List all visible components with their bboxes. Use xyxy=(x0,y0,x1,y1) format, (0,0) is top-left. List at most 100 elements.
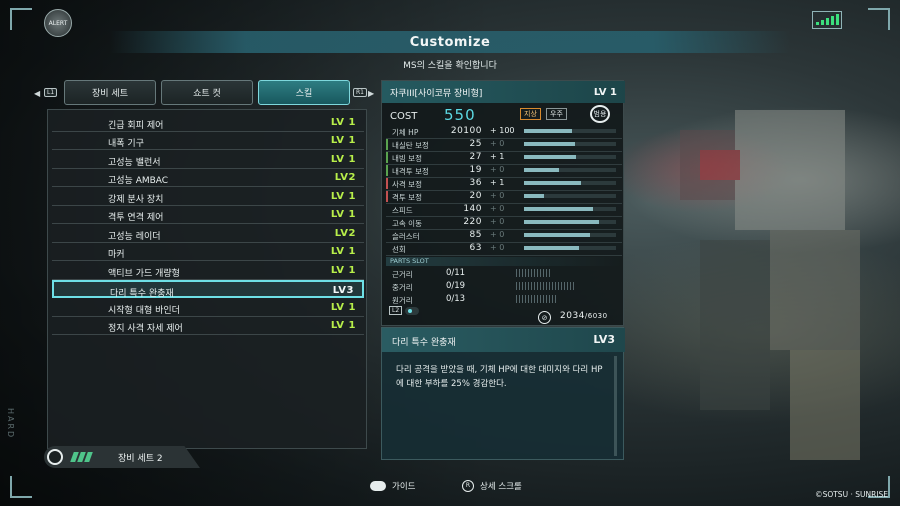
skill-name: 고성능 레이더 xyxy=(108,232,161,242)
stat-name: 내빔 보정 xyxy=(392,154,422,163)
stat-accent xyxy=(386,165,388,176)
skill-row[interactable]: 긴급 회피 제어 LV 1 xyxy=(52,114,364,132)
skill-row[interactable]: 격투 연격 제어 LV 1 xyxy=(52,206,364,224)
stat-name: 슬러스터 xyxy=(392,232,420,241)
stat-modifier: + 0 xyxy=(490,204,505,213)
stat-value: 85 xyxy=(469,230,482,240)
skill-name: 다리 특수 완충재 xyxy=(110,289,174,299)
parts-slot-name: 원거리 xyxy=(392,296,413,305)
tab-equipment-set[interactable]: 장비 세트 xyxy=(64,80,156,105)
stat-name: 내실탄 보정 xyxy=(392,141,429,150)
cost-icon: ⊘ xyxy=(538,311,551,324)
stat-row: 사격 보정 36 + 1 xyxy=(386,177,622,190)
stat-accent xyxy=(386,243,388,254)
skill-name: 고성능 AMBAC xyxy=(108,176,169,186)
stat-value: 20 xyxy=(469,191,482,201)
parts-slot-gauge xyxy=(516,269,552,277)
skill-name: 강제 분사 장치 xyxy=(108,195,164,205)
equipment-stripes-icon xyxy=(70,452,94,462)
parts-slot-name: 중거리 xyxy=(392,283,413,292)
chevron-left-icon[interactable]: ◀ xyxy=(34,89,40,98)
equipment-set-icon xyxy=(47,449,63,465)
parts-slot-row: 중거리 0/19 xyxy=(386,280,622,293)
stat-bar-fill xyxy=(524,142,575,146)
r1-button-hint: R1 xyxy=(353,88,367,97)
stat-accent xyxy=(386,178,388,189)
stat-modifier: + 0 xyxy=(490,165,505,174)
stat-bar-fill xyxy=(524,233,591,237)
skill-description-panel: 다리 특수 완충재 LV3 다리 공격을 받았을 때, 기체 HP에 대한 대미… xyxy=(381,327,625,460)
stat-bar xyxy=(524,220,616,224)
skill-level: LV 1 xyxy=(330,302,356,313)
skill-row-selected[interactable]: 다리 특수 완충재 LV3 xyxy=(52,280,364,299)
stat-modifier: + 0 xyxy=(490,230,505,239)
skill-level: LV 1 xyxy=(330,209,356,220)
description-scrollbar[interactable] xyxy=(614,356,617,456)
stat-bar-fill xyxy=(524,155,577,159)
parts-slot-header: PARTS SLOT xyxy=(386,257,622,266)
cost-value: 550 xyxy=(444,106,476,124)
stat-name: 선회 xyxy=(392,245,406,254)
chevron-right-icon[interactable]: ▶ xyxy=(368,89,374,98)
signal-strength-icon xyxy=(812,11,842,29)
stat-modifier: + 1 xyxy=(490,152,505,161)
skill-row[interactable]: 시작형 대형 바인더 LV 1 xyxy=(52,299,364,317)
skill-row[interactable]: 내폭 기구 LV 1 xyxy=(52,132,364,150)
stat-bar xyxy=(524,155,616,159)
scroll-label: 상세 스크롤 xyxy=(480,482,522,492)
tab-shortcut[interactable]: 쇼트 컷 xyxy=(161,80,253,105)
tab-skill[interactable]: 스킬 xyxy=(258,80,350,105)
unit-level: LV 1 xyxy=(593,86,617,98)
stat-accent xyxy=(386,191,388,202)
skill-level: LV 1 xyxy=(330,154,356,165)
stat-value: 19 xyxy=(469,165,482,175)
alert-icon: ALERT xyxy=(44,9,72,37)
skill-level: LV2 xyxy=(334,228,356,239)
skill-row[interactable]: 고성능 레이더 LV2 xyxy=(52,225,364,243)
skill-row[interactable]: 마커 LV 1 xyxy=(52,243,364,261)
skill-level: LV 1 xyxy=(330,135,356,146)
frame-corner xyxy=(10,8,32,30)
stat-bar xyxy=(524,142,616,146)
guide-hint[interactable]: 가이드 xyxy=(370,479,415,493)
skill-row[interactable]: 강제 분사 장치 LV 1 xyxy=(52,188,364,206)
stat-accent xyxy=(386,126,388,137)
l1-button-hint: L1 xyxy=(44,88,58,97)
skill-level: LV 1 xyxy=(330,117,356,128)
stat-row: 내빔 보정 27 + 1 xyxy=(386,151,622,164)
stat-name: 스피드 xyxy=(392,206,413,215)
skill-row[interactable]: 정지 사격 자세 제어 LV 1 xyxy=(52,317,364,335)
stat-value: 25 xyxy=(469,139,482,149)
stat-value: 20100 xyxy=(450,126,482,136)
skill-row[interactable]: 고성능 AMBAC LV2 xyxy=(52,169,364,187)
scroll-hint[interactable]: R 상세 스크롤 xyxy=(462,479,522,493)
stat-accent xyxy=(386,152,388,163)
stat-value: 220 xyxy=(463,217,482,227)
page-title: Customize xyxy=(409,34,491,50)
skill-row[interactable]: 고성능 밸런서 LV 1 xyxy=(52,151,364,169)
mobile-suit-silhouette xyxy=(680,110,860,460)
stat-name: 사격 보정 xyxy=(392,180,422,189)
skill-name: 내폭 기구 xyxy=(108,139,144,149)
parts-slot-value: 0/13 xyxy=(446,294,466,304)
stat-row: 슬러스터 85 + 0 xyxy=(386,229,622,242)
skill-name: 액티브 가드 개량형 xyxy=(108,269,180,279)
stat-accent xyxy=(386,204,388,215)
stat-bar-fill xyxy=(524,246,580,250)
stat-bar-fill xyxy=(524,194,545,198)
skill-name: 시작형 대형 바인더 xyxy=(108,306,180,316)
stat-name: 기체 HP xyxy=(392,128,419,137)
tab-bar: ◀ L1 장비 세트 쇼트 컷 스킬 R1 ▶ xyxy=(34,80,374,106)
stat-row: 내격투 보정 19 + 0 xyxy=(386,164,622,177)
skill-level: LV2 xyxy=(334,172,356,183)
skill-row[interactable]: 액티브 가드 개량형 LV 1 xyxy=(52,262,364,280)
stat-row: 격투 보정 20 + 0 xyxy=(386,190,622,203)
stat-modifier: + 0 xyxy=(490,139,505,148)
stat-bar xyxy=(524,168,616,172)
total-cost: ⊘ 2034/6030 xyxy=(380,311,622,325)
skill-name: 긴급 회피 제어 xyxy=(108,121,164,131)
parts-slot-gauge xyxy=(516,295,556,303)
cost-label: COST xyxy=(390,111,418,122)
stat-bar-fill xyxy=(524,168,559,172)
right-stick-icon: R xyxy=(462,480,474,492)
